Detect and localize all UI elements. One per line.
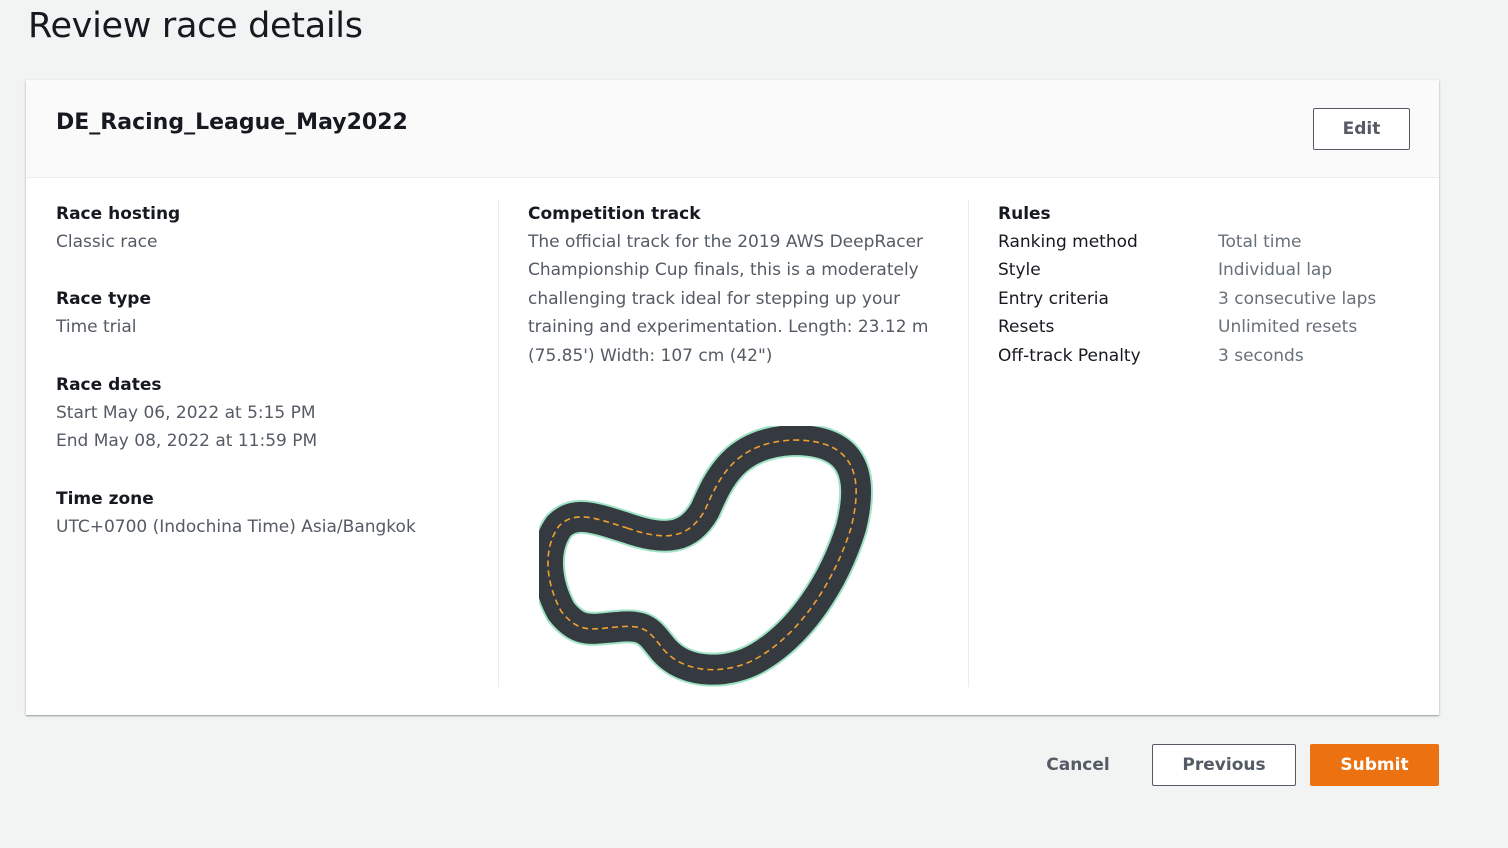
card-header: DE_Racing_League_May2022 Edit <box>26 80 1439 178</box>
race-name: DE_Racing_League_May2022 <box>56 110 408 135</box>
time-zone-value: UTC+0700 (Indochina Time) Asia/Bangkok <box>56 516 416 537</box>
submit-button[interactable]: Submit <box>1310 744 1439 786</box>
rule-key: Off-track Penalty <box>998 345 1141 366</box>
race-info-column: Race hosting Classic race Race type Time… <box>56 200 498 687</box>
race-hosting-field: Race hosting Classic race <box>56 200 498 256</box>
competition-track-column: Competition track The official track for… <box>498 200 968 687</box>
race-hosting-label: Race hosting <box>56 204 181 224</box>
race-details-card: DE_Racing_League_May2022 Edit Race hosti… <box>26 80 1439 715</box>
rule-key: Resets <box>998 317 1055 338</box>
race-dates-label: Race dates <box>56 374 162 395</box>
previous-button[interactable]: Previous <box>1152 744 1296 786</box>
track-map-image <box>539 426 874 687</box>
edit-button[interactable]: Edit <box>1313 108 1410 150</box>
track-description: The official track for the 2019 AWS Deep… <box>528 232 929 366</box>
rules-list: Ranking method Total time Style Individu… <box>998 228 1408 370</box>
rule-key: Ranking method <box>998 232 1138 252</box>
rules-label: Rules <box>998 204 1051 224</box>
rules-column: Rules Ranking method Total time Style In… <box>968 200 1408 687</box>
rule-value: 3 consecutive laps <box>1218 288 1377 309</box>
time-zone-field: Time zone UTC+0700 (Indochina Time) Asia… <box>56 485 498 541</box>
race-start-date: Start May 06, 2022 at 5:15 PM <box>56 402 316 423</box>
rule-key: Style <box>998 260 1041 281</box>
race-type-value: Time trial <box>56 317 137 338</box>
rule-value: Unlimited resets <box>1218 317 1358 338</box>
rule-value: 3 seconds <box>1218 345 1304 366</box>
rule-value: Individual lap <box>1218 260 1333 281</box>
race-type-label: Race type <box>56 289 151 310</box>
competition-track-label: Competition track <box>528 204 701 224</box>
race-type-field: Race type Time trial <box>56 285 498 341</box>
race-hosting-value: Classic race <box>56 232 158 252</box>
rule-value: Total time <box>1218 232 1302 252</box>
race-dates-field: Race dates Start May 06, 2022 at 5:15 PM… <box>56 371 498 456</box>
page-title: Review race details <box>28 6 363 46</box>
cancel-button[interactable]: Cancel <box>1028 744 1128 786</box>
time-zone-label: Time zone <box>56 488 154 509</box>
race-end-date: End May 08, 2022 at 11:59 PM <box>56 431 318 452</box>
rule-key: Entry criteria <box>998 288 1109 309</box>
